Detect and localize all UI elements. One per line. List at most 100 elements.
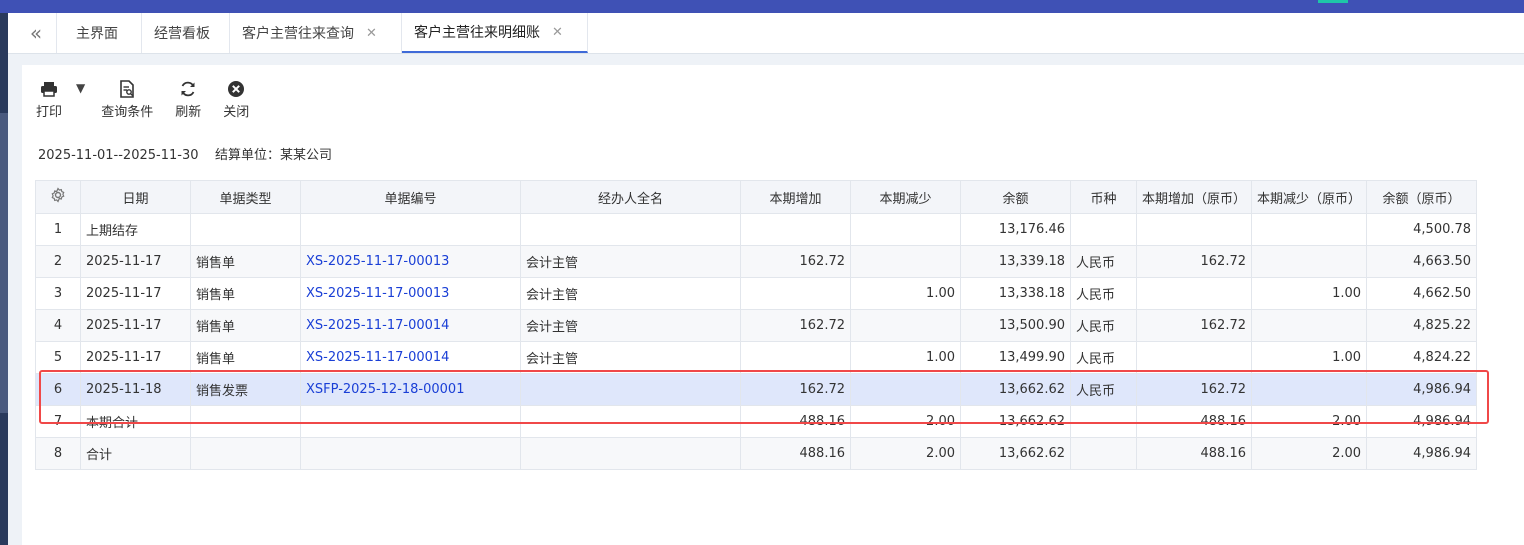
- cell-increase-orig: 488.16: [1135, 405, 1253, 438]
- cell-balance-orig: 4,500.78: [1366, 213, 1478, 246]
- header-decrease[interactable]: 本期减少: [850, 180, 961, 214]
- doc-number-link[interactable]: XS-2025-11-17-00014: [306, 350, 449, 365]
- filter-info: 2025-11-01--2025-11-30 结算单位：某某公司: [38, 144, 332, 163]
- cell-decrease: [850, 213, 961, 246]
- cell-balance-orig: 4,986.94: [1366, 437, 1478, 470]
- refresh-icon: [179, 79, 197, 99]
- cell-doc-type: [190, 405, 301, 438]
- table-row[interactable]: 1 上期结存 13,176.46 4,500.78: [35, 213, 1478, 246]
- cell-doc-no: XS-2025-11-17-00013: [300, 245, 521, 278]
- cell-handler: 会计主管: [520, 245, 741, 278]
- cell-increase: [740, 341, 851, 374]
- header-badge: [1318, 0, 1348, 3]
- cell-handler: [520, 373, 741, 406]
- cell-decrease-orig: 2.00: [1251, 405, 1368, 438]
- table-row[interactable]: 2 2025-11-17 销售单 XS-2025-11-17-00013 会计主管 162…: [35, 245, 1478, 278]
- row-number: 4: [35, 309, 81, 342]
- cell-handler: [520, 437, 741, 470]
- table-row[interactable]: 5 2025-11-17 销售单 XS-2025-11-17-00014 会计主管 1.0…: [35, 341, 1478, 374]
- close-tab-icon[interactable]: ✕: [552, 25, 563, 40]
- header-balance-orig[interactable]: 余额（原币）: [1366, 180, 1478, 214]
- cell-balance: 13,499.90: [960, 341, 1071, 374]
- cell-increase: 162.72: [740, 245, 851, 278]
- refresh-label: 刷新: [175, 105, 202, 120]
- query-conditions-button[interactable]: 查询条件: [101, 79, 153, 120]
- close-tab-icon[interactable]: ✕: [366, 26, 377, 41]
- tab-customer-ledger[interactable]: 客户主营往来明细账 ✕: [402, 13, 588, 53]
- header-doc-type[interactable]: 单据类型: [190, 180, 301, 214]
- tab-bar: « 主界面 经营看板 客户主营往来查询 ✕ 客户主营往来明细账 ✕: [8, 13, 1524, 54]
- cell-currency: [1070, 213, 1137, 246]
- header-balance[interactable]: 余额: [960, 180, 1071, 214]
- table-row[interactable]: 7 本期合计 488.16 2.00 13,662.62 488.16 2.00 4,986.…: [35, 405, 1478, 438]
- refresh-button[interactable]: 刷新: [175, 79, 201, 120]
- ledger-table: 日期 单据类型 单据编号 经办人全名 本期增加 本期减少 余额 币种 本期增加（…: [35, 180, 1478, 470]
- print-button[interactable]: 打印: [36, 79, 62, 120]
- header-date[interactable]: 日期: [80, 180, 191, 214]
- cell-currency: 人民币: [1070, 277, 1137, 310]
- doc-number-link[interactable]: XS-2025-11-17-00013: [306, 286, 449, 301]
- cell-balance: 13,662.62: [960, 373, 1071, 406]
- cell-doc-no: XS-2025-11-17-00014: [300, 309, 521, 342]
- cell-handler: [520, 405, 741, 438]
- collapse-tabs-icon[interactable]: «: [16, 13, 57, 53]
- table-header-row: 日期 单据类型 单据编号 经办人全名 本期增加 本期减少 余额 币种 本期增加（…: [35, 180, 1478, 214]
- table-row[interactable]: 4 2025-11-17 销售单 XS-2025-11-17-00014 会计主管 162…: [35, 309, 1478, 342]
- cell-increase-orig: [1135, 213, 1253, 246]
- app-header-bar: [0, 0, 1524, 13]
- cell-date: 2025-11-17: [80, 341, 191, 374]
- doc-number-link[interactable]: XSFP-2025-12-18-00001: [306, 382, 464, 397]
- cell-balance: 13,176.46: [960, 213, 1071, 246]
- header-currency[interactable]: 币种: [1070, 180, 1137, 214]
- cell-decrease-orig: [1251, 213, 1368, 246]
- cell-decrease: 1.00: [850, 341, 961, 374]
- cell-currency: [1070, 405, 1137, 438]
- tab-dashboard[interactable]: 经营看板: [142, 13, 230, 53]
- query-doc-icon: [119, 79, 135, 99]
- cell-decrease: [850, 245, 961, 278]
- toolbar: 打印 ▼ 查询条件 刷新 关闭: [36, 79, 271, 129]
- cell-date: 2025-11-17: [80, 245, 191, 278]
- table-row[interactable]: 3 2025-11-17 销售单 XS-2025-11-17-00013 会计主管 1.0…: [35, 277, 1478, 310]
- doc-number-link[interactable]: XS-2025-11-17-00013: [306, 254, 449, 269]
- cell-balance-orig: 4,986.94: [1366, 373, 1478, 406]
- header-increase[interactable]: 本期增加: [740, 180, 851, 214]
- query-label: 查询条件: [101, 105, 154, 120]
- cell-handler: 会计主管: [520, 277, 741, 310]
- header-decrease-orig[interactable]: 本期减少（原币）: [1251, 180, 1368, 214]
- doc-number-link[interactable]: XS-2025-11-17-00014: [306, 318, 449, 333]
- header-doc-no[interactable]: 单据编号: [300, 180, 521, 214]
- cell-increase-orig: 162.72: [1135, 245, 1253, 278]
- cell-increase-orig: 162.72: [1135, 309, 1253, 342]
- row-number: 2: [35, 245, 81, 278]
- header-handler[interactable]: 经办人全名: [520, 180, 741, 214]
- cell-doc-no: [300, 405, 521, 438]
- row-number: 1: [35, 213, 81, 246]
- cell-increase-orig: [1135, 277, 1253, 310]
- cell-decrease-orig: [1251, 309, 1368, 342]
- cell-increase: 162.72: [740, 373, 851, 406]
- table-row[interactable]: 8 合计 488.16 2.00 13,662.62 488.16 2.00 4,986.94: [35, 437, 1478, 470]
- tab-customer-query[interactable]: 客户主营往来查询 ✕: [230, 13, 402, 53]
- cell-decrease: [850, 373, 961, 406]
- header-increase-orig[interactable]: 本期增加（原币）: [1135, 180, 1253, 214]
- cell-increase: 488.16: [740, 405, 851, 438]
- cell-date: 2025-11-18: [80, 373, 191, 406]
- cell-decrease-orig: 1.00: [1251, 341, 1368, 374]
- cell-balance: 13,662.62: [960, 437, 1071, 470]
- cell-doc-no: XS-2025-11-17-00014: [300, 341, 521, 374]
- cell-balance: 13,338.18: [960, 277, 1071, 310]
- settlement-unit: 结算单位：某某公司: [215, 148, 333, 163]
- tab-label: 客户主营往来明细账: [414, 25, 540, 41]
- row-number: 3: [35, 277, 81, 310]
- column-settings-icon[interactable]: [35, 180, 81, 214]
- date-range: 2025-11-01--2025-11-30: [38, 148, 199, 163]
- cell-handler: 会计主管: [520, 309, 741, 342]
- tab-home[interactable]: 主界面: [64, 13, 142, 53]
- cell-balance: 13,500.90: [960, 309, 1071, 342]
- table-row[interactable]: 6 2025-11-18 销售发票 XSFP-2025-12-18-00001 162.…: [35, 373, 1478, 406]
- cell-balance-orig: 4,825.22: [1366, 309, 1478, 342]
- print-dropdown-icon[interactable]: ▼: [76, 79, 85, 95]
- close-button[interactable]: 关闭: [223, 79, 249, 120]
- cell-doc-no: XSFP-2025-12-18-00001: [300, 373, 521, 406]
